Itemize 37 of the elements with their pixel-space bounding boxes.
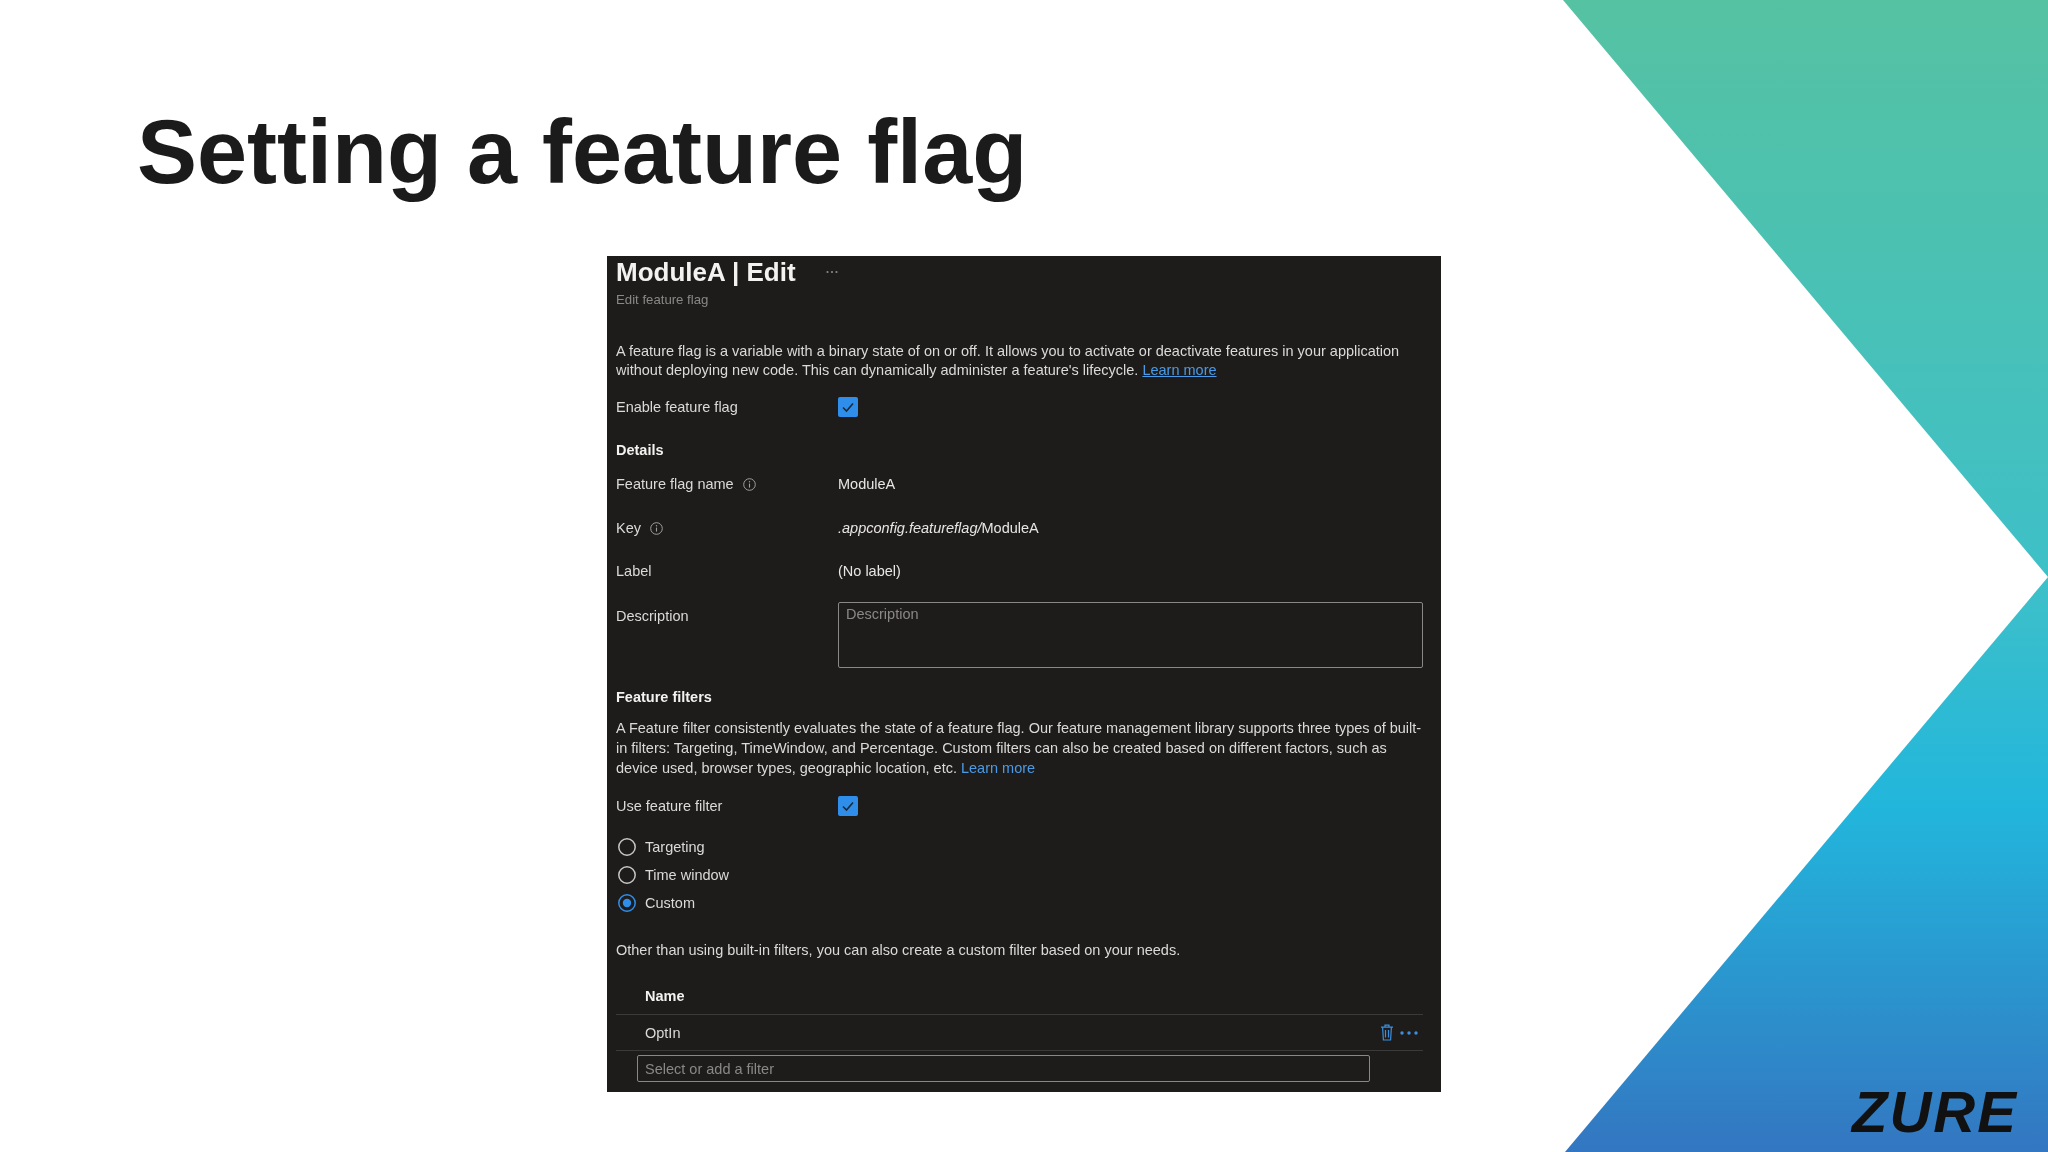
field-label: Enable feature flag — [616, 399, 738, 415]
field-label: Use feature filter — [616, 798, 723, 814]
section-heading: Details — [616, 441, 664, 460]
logo: ZURE — [1852, 1080, 2018, 1144]
filters-note: Other than using built-in filters, you can also create a custom filter based on your needs. — [616, 941, 1181, 960]
learn-more-link[interactable]: Learn more — [961, 760, 1036, 776]
table-cell: OptIn — [645, 1024, 681, 1041]
ellipsis-icon[interactable] — [1400, 1030, 1418, 1035]
radio-option[interactable]: Targeting — [616, 833, 705, 861]
info-icon[interactable] — [742, 477, 756, 491]
radio-option[interactable]: Time window — [616, 861, 730, 889]
checkbox[interactable] — [838, 796, 858, 816]
filter-select-field[interactable]: Select or add a filter — [637, 1055, 1370, 1082]
slide-title: Setting a feature flag — [137, 101, 1028, 204]
field-value: .appconfig.featureflag/ModuleA — [838, 520, 1039, 536]
panel-subtitle: Edit feature flag — [616, 292, 709, 307]
field-label: Description — [616, 608, 689, 624]
trash-icon[interactable] — [1380, 1024, 1394, 1041]
field-value: (No label) — [838, 563, 901, 579]
radio-option[interactable]: Custom — [616, 889, 695, 917]
radio-button[interactable] — [618, 838, 636, 856]
more-icon[interactable] — [825, 270, 838, 274]
checkbox[interactable] — [838, 397, 858, 417]
radio-button[interactable] — [618, 894, 636, 912]
intro-text: A feature flag is a variable with a binary state of on or off. It allows you to activate or deactivate features in your application without deploying new code. This can dynamically administer a feature's lifecycle. Learn more — [616, 342, 1401, 380]
field-label: Key — [616, 520, 641, 536]
field-label: Label — [616, 563, 652, 579]
column-header: Name — [645, 987, 685, 1004]
info-icon[interactable] — [650, 521, 663, 535]
field-label: Feature flag name — [616, 476, 734, 492]
section-heading: Feature filters — [616, 688, 712, 707]
description-field[interactable]: Description — [838, 602, 1423, 668]
field-value: ModuleA — [838, 476, 896, 492]
panel-title: ModuleA | Edit — [616, 257, 796, 287]
radio-button[interactable] — [618, 866, 636, 884]
filters-description: A Feature filter consistently evaluates the state of a feature flag. Our feature management library supports three types of built-in filters: Targeting, TimeWindow, and Percentage. Custom filters can also be created based on different factors, such as device used, browser types, geographic location, etc. Learn more — [616, 719, 1423, 778]
learn-more-link[interactable]: Learn more — [1142, 362, 1217, 378]
